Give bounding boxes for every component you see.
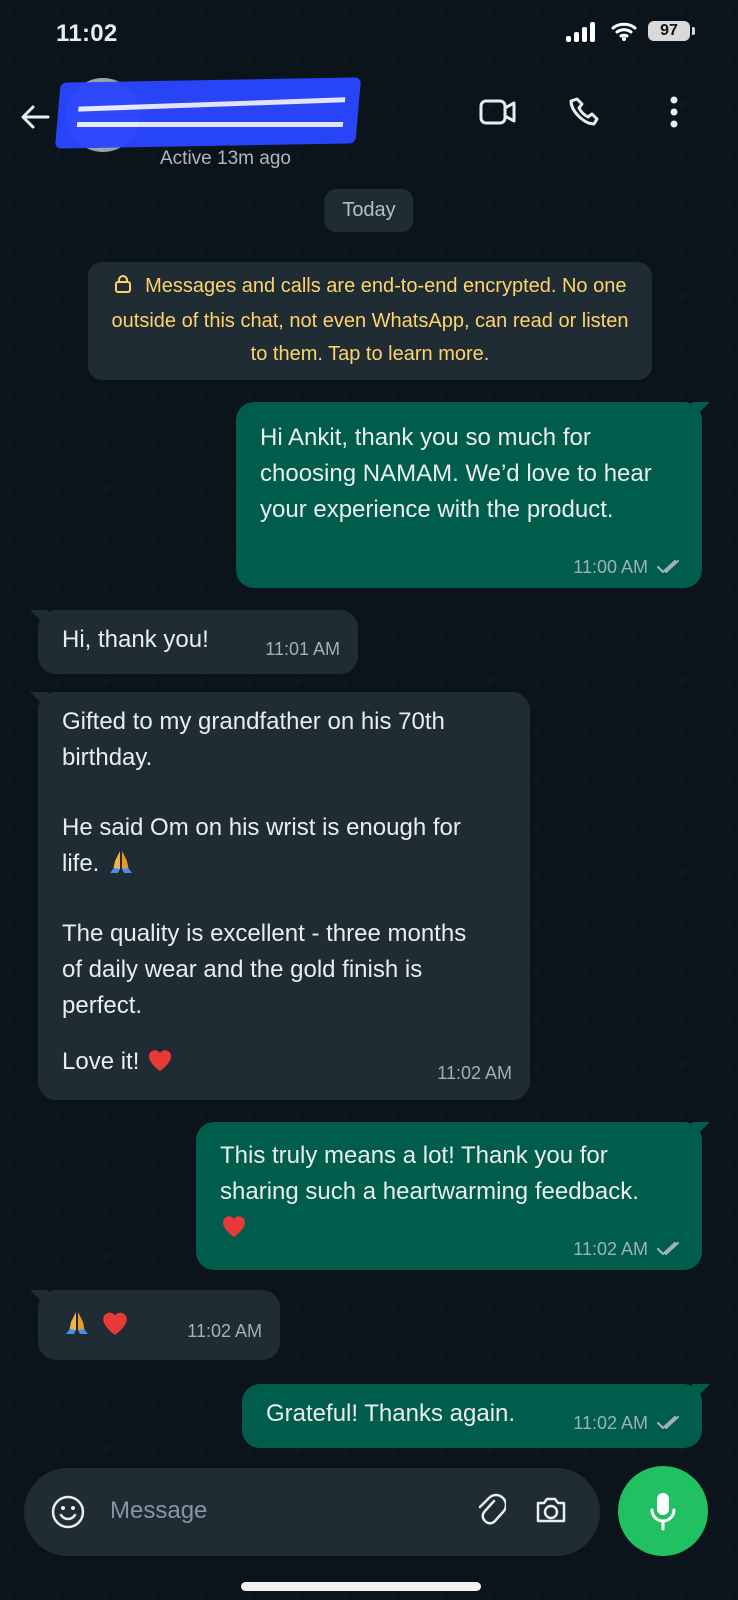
chat-header: Active 13m ago	[0, 70, 738, 170]
video-call-icon	[479, 99, 516, 125]
battery-level: 97	[660, 22, 678, 39]
message-text-container: This truly means a lot! Thank you for sh…	[220, 1138, 678, 1246]
status-icons: 97	[566, 20, 695, 42]
date-separator: Today	[324, 189, 414, 232]
message-bubble[interactable]: 11:02 AM	[38, 1290, 280, 1360]
voice-call-button[interactable]	[566, 92, 606, 132]
header-actions	[478, 92, 694, 132]
message-time: 11:02 AM	[573, 1239, 648, 1259]
wifi-icon	[610, 20, 638, 42]
message-text: Love it!	[62, 1048, 140, 1075]
arrow-left-icon[interactable]	[18, 100, 52, 134]
microphone-icon	[650, 1493, 676, 1531]
message-text: This truly means a lot! Thank you for sh…	[220, 1142, 639, 1205]
red-heart-icon	[146, 1046, 174, 1074]
emoji-icon	[51, 1495, 85, 1529]
more-vertical-icon	[670, 96, 678, 128]
message-meta: 11:02 AM	[437, 1064, 512, 1082]
red-heart-icon	[220, 1212, 248, 1240]
folded-hands-icon	[106, 847, 136, 877]
more-options-button[interactable]	[654, 92, 694, 132]
attach-button[interactable]	[476, 1493, 508, 1536]
message-bubble[interactable]: Grateful! Thanks again. 11:02 AM	[242, 1384, 702, 1448]
message-time: 11:01 AM	[265, 639, 340, 659]
message-meta: 11:01 AM	[265, 640, 340, 658]
message-text-paragraph: Gifted to my grandfather on his 70th bir…	[62, 708, 445, 771]
paperclip-icon	[478, 1493, 508, 1525]
message-time: 11:02 AM	[437, 1063, 512, 1083]
message-composer	[24, 1468, 600, 1556]
signal-icon	[566, 20, 600, 42]
home-indicator	[241, 1582, 481, 1591]
message-bubble[interactable]: Hi Ankit, thank you so much for choosing…	[236, 402, 702, 588]
message-bubble[interactable]: This truly means a lot! Thank you for sh…	[196, 1122, 702, 1270]
folded-hands-icon	[62, 1308, 92, 1338]
emoji-reaction-message	[62, 1308, 128, 1338]
message-meta: 11:02 AM	[573, 1240, 684, 1258]
message-time: 11:02 AM	[573, 1413, 648, 1433]
message-time: 11:02 AM	[187, 1321, 262, 1341]
encryption-notice[interactable]: Messages and calls are end-to-end encryp…	[88, 262, 652, 380]
message-text: Hi Ankit, thank you so much for choosing…	[260, 424, 652, 523]
encryption-notice-text: Messages and calls are end-to-end encryp…	[111, 275, 629, 365]
message-meta: 11:02 AM	[573, 1414, 684, 1432]
message-bubble[interactable]: Hi, thank you! 11:01 AM	[38, 610, 358, 674]
contact-status: Active 13m ago	[160, 148, 291, 169]
message-text-paragraph: He said Om on his wrist is enough for li…	[62, 810, 472, 882]
redacted-contact-name	[54, 77, 362, 149]
status-time: 11:02	[56, 20, 118, 47]
lock-icon	[114, 272, 132, 305]
double-check-icon	[656, 1415, 684, 1431]
double-check-icon	[656, 1241, 684, 1257]
message-meta: 11:02 AM	[187, 1322, 262, 1340]
battery-icon: 97	[648, 21, 695, 41]
status-bar: 11:02 97	[0, 0, 738, 70]
message-input[interactable]	[108, 1490, 432, 1532]
video-call-button[interactable]	[478, 92, 518, 132]
message-text-paragraph: The quality is excellent - three months …	[62, 920, 467, 1019]
message-meta: 11:00 AM	[573, 558, 684, 576]
double-check-icon	[656, 559, 684, 575]
camera-icon	[536, 1497, 566, 1523]
emoji-button[interactable]	[50, 1494, 86, 1535]
voice-message-button[interactable]	[618, 1466, 708, 1556]
phone-icon	[569, 97, 599, 126]
camera-button[interactable]	[532, 1493, 570, 1532]
message-bubble[interactable]: Gifted to my grandfather on his 70th bir…	[38, 692, 530, 1100]
red-heart-icon	[100, 1308, 128, 1336]
message-time: 11:00 AM	[573, 557, 648, 577]
